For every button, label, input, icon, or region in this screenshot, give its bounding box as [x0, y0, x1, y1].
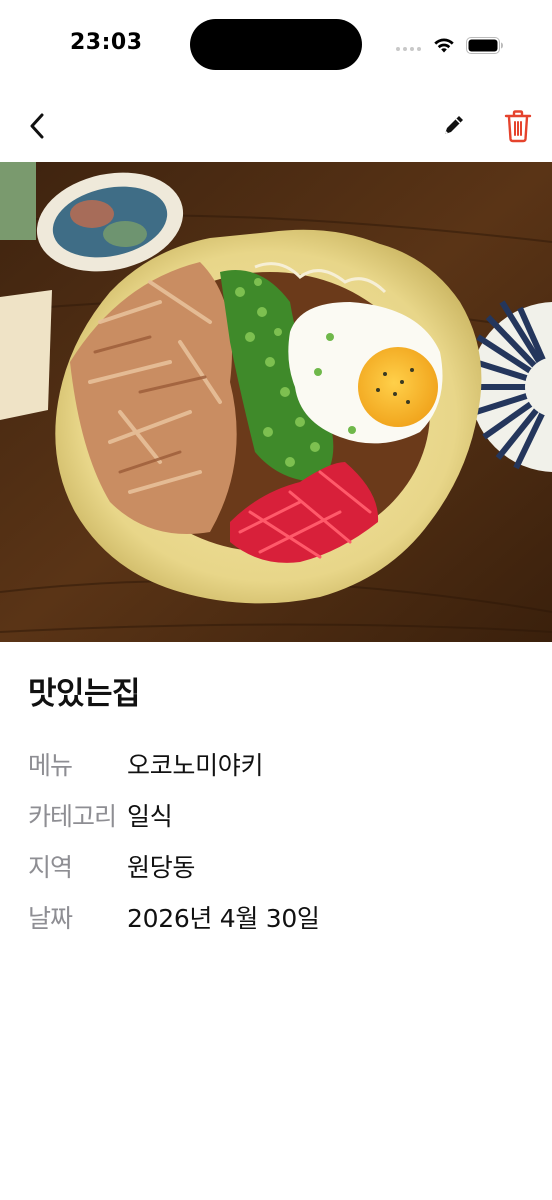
area-value: 원당동	[127, 852, 196, 882]
battery-icon	[466, 37, 503, 54]
category-label: 카테고리	[28, 801, 117, 831]
chevron-left-icon	[30, 113, 44, 139]
trash-icon	[504, 110, 532, 143]
date-value: 2026년 4월 30일	[127, 903, 320, 933]
food-photo	[0, 162, 552, 642]
dynamic-island	[190, 19, 362, 70]
edit-button[interactable]	[433, 106, 473, 146]
detail-row-date: 날짜 2026년 4월 30일	[28, 891, 528, 942]
wifi-icon	[434, 38, 454, 53]
detail-row-menu: 메뉴 오코노미야키	[28, 738, 528, 789]
back-button[interactable]	[18, 106, 58, 146]
navigation-bar	[0, 96, 552, 156]
menu-label: 메뉴	[28, 750, 73, 780]
restaurant-detail: 맛있는집 메뉴 오코노미야키 카테고리 일식 지역 원당동 날짜 2026년 4…	[28, 672, 528, 942]
restaurant-name: 맛있는집	[28, 676, 141, 712]
pencil-icon	[445, 116, 463, 134]
date-label: 날짜	[28, 903, 73, 933]
status-bar: 23:03	[0, 0, 552, 90]
okonomiyaki-photo-illustration	[0, 162, 552, 642]
menu-value: 오코노미야키	[127, 750, 264, 780]
delete-button[interactable]	[498, 106, 538, 146]
status-time: 23:03	[70, 30, 143, 55]
category-value: 일식	[127, 801, 173, 831]
detail-row-area: 지역 원당동	[28, 840, 528, 891]
detail-row-category: 카테고리 일식	[28, 789, 528, 840]
cellular-signal-icon	[396, 47, 421, 51]
detail-rows: 메뉴 오코노미야키 카테고리 일식 지역 원당동 날짜 2026년 4월 30일	[28, 738, 528, 942]
area-label: 지역	[28, 852, 73, 882]
